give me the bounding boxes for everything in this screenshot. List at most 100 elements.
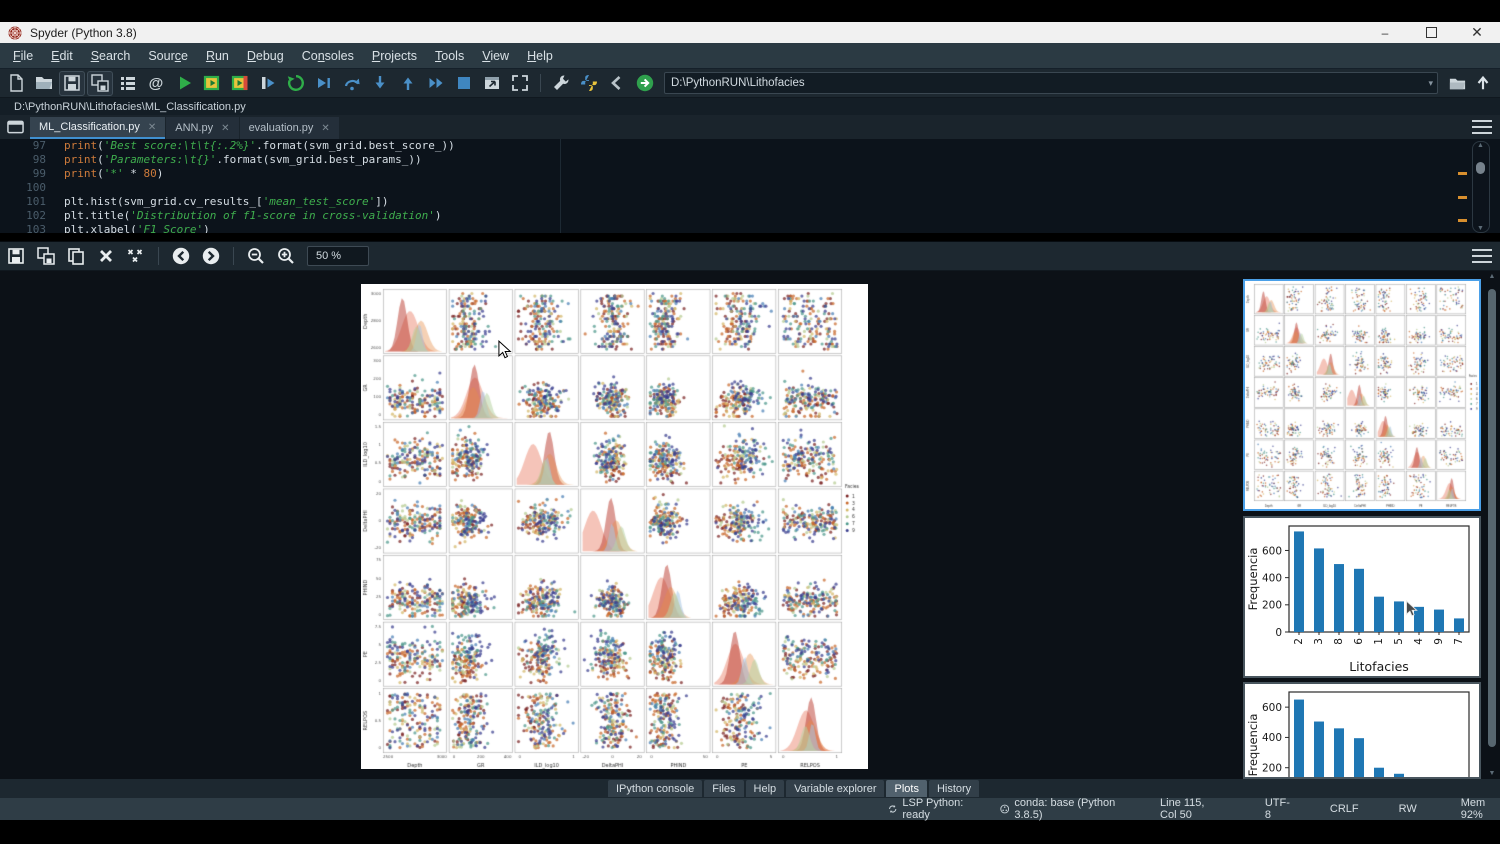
menu-edit[interactable]: Edit [42,43,82,69]
previous-plot-icon[interactable] [168,244,194,269]
svg-text:200: 200 [1262,600,1282,612]
next-plot-icon[interactable] [198,244,224,269]
stop-icon[interactable] [451,71,477,96]
pane-tab-help[interactable]: Help [746,780,785,797]
thumbnails-scrollbar[interactable]: ▲ ▼ [1486,273,1498,777]
code-line[interactable]: 103plt.xlabel('F1 Score') [0,223,1500,233]
menu-consoles[interactable]: Consoles [293,43,363,69]
browse-tabs-icon[interactable] [3,117,27,137]
scroll-down-icon[interactable]: ▼ [1486,770,1498,777]
fullscreen-icon[interactable] [507,71,533,96]
pane-tab-ipython-console[interactable]: IPython console [608,780,702,797]
line-number: 97 [0,139,64,153]
save-all-icon[interactable] [87,71,113,96]
step-into-icon[interactable] [367,71,393,96]
code-editor[interactable]: 97print('Best score:\t\t{:.2%}'.format(s… [0,139,1500,233]
run-to-line-icon[interactable] [311,71,337,96]
parent-directory-icon[interactable] [1470,71,1496,96]
menu-projects[interactable]: Projects [363,43,426,69]
svg-text:200: 200 [1262,763,1282,775]
svg-text:0: 0 [1275,627,1282,639]
code-line[interactable]: 98print('Parameters:\t{}'.format(svm_gri… [0,153,1500,167]
tab-ml-classification-py[interactable]: ML_Classification.py✕ [30,117,165,139]
menu-tools[interactable]: Tools [426,43,473,69]
code-line[interactable]: 97print('Best score:\t\t{:.2%}'.format(s… [0,139,1500,153]
pane-tab-files[interactable]: Files [704,780,743,797]
step-over-icon[interactable] [339,71,365,96]
menu-file[interactable]: File [4,43,42,69]
main-toolbar: @ D:\PythonRUN\Lithofacies ▾ [0,69,1500,98]
tab-evaluation-py[interactable]: evaluation.py✕ [240,117,339,139]
menu-source[interactable]: Source [139,43,197,69]
code-line[interactable]: 101plt.hist(svm_grid.cv_results_['mean_t… [0,195,1500,209]
cursor-position: Line 115, Col 50 [1160,797,1223,821]
tab-ann-py[interactable]: ANN.py✕ [166,117,238,139]
thumbnails-scrollbar-thumb[interactable] [1488,289,1496,747]
python-path-icon[interactable] [576,71,602,96]
svg-text:Frequencia: Frequencia [1246,548,1260,611]
close-tab-icon[interactable]: ✕ [148,122,156,133]
close-tab-icon[interactable]: ✕ [321,123,329,134]
zoom-out-icon[interactable] [243,244,269,269]
step-return-icon[interactable] [395,71,421,96]
restore-button[interactable] [1408,22,1454,43]
re-run-cell-icon[interactable] [283,71,309,96]
run-icon[interactable] [171,71,197,96]
scroll-down-icon[interactable]: ▼ [1477,225,1484,232]
run-selection-icon[interactable] [255,71,281,96]
svg-text:Frequencia: Frequencia [1246,714,1260,777]
working-directory-value: D:\PythonRUN\Lithofacies [671,77,805,89]
menu-search[interactable]: Search [82,43,140,69]
save-icon[interactable] [59,71,85,96]
code-line[interactable]: 99print('*' * 80) [0,167,1500,181]
plots-options-menu-icon[interactable] [1472,249,1492,263]
run-cell-advance-icon[interactable] [227,71,253,96]
menu-debug[interactable]: Debug [238,43,293,69]
line-ending: CRLF [1330,803,1359,815]
menu-run[interactable]: Run [197,43,238,69]
maximize-pane-icon[interactable] [479,71,505,96]
run-cell-icon[interactable] [199,71,225,96]
editor-scrollbar[interactable] [1472,141,1490,233]
zoom-level-box[interactable]: 50 % [307,246,369,266]
menu-view[interactable]: View [473,43,518,69]
plot-thumbnail-selected[interactable] [1243,279,1481,511]
close-tab-icon[interactable]: ✕ [221,123,229,134]
editor-scrollbar-thumb[interactable] [1476,162,1485,174]
remove-plot-icon[interactable] [93,244,119,269]
svg-text:Litofacies: Litofacies [1349,659,1409,674]
symbol-finder-icon[interactable]: @ [143,71,169,96]
pairplot-thumbnail-canvas [1245,281,1479,509]
continue-icon[interactable] [423,71,449,96]
pane-tab-variable-explorer[interactable]: Variable explorer [786,780,884,797]
working-directory-combo[interactable]: D:\PythonRUN\Lithofacies ▾ [664,72,1438,94]
new-file-icon[interactable] [3,71,29,96]
browse-directory-icon[interactable] [1444,71,1470,96]
save-all-plots-icon[interactable] [33,244,59,269]
close-button[interactable]: ✕ [1454,22,1500,43]
code-line[interactable]: 100 [0,181,1500,195]
plot-thumbnail-barchart-clipped[interactable]: 200400600238615497FrequenciaLitofacies [1243,682,1481,779]
interpreter-status: conda: base (Python 3.8.5) [1000,797,1118,821]
line-number: 98 [0,153,64,167]
svg-text:400: 400 [1262,732,1282,744]
plot-thumbnail-barchart[interactable]: 0200400600238615497FrequenciaLitofacies [1243,516,1481,678]
minimize-button[interactable]: – [1362,22,1408,43]
svg-text:9: 9 [1433,638,1445,645]
open-file-icon[interactable] [31,71,57,96]
pane-tab-plots[interactable]: Plots [886,780,926,797]
pane-tab-history[interactable]: History [929,780,979,797]
zoom-in-icon[interactable] [273,244,299,269]
code-line[interactable]: 102plt.title('Distribution of f1-score i… [0,209,1500,223]
back-icon[interactable] [604,71,630,96]
copy-plot-icon[interactable] [63,244,89,269]
editor-options-menu-icon[interactable] [1472,120,1492,134]
preferences-icon[interactable] [548,71,574,96]
forward-icon[interactable] [632,71,658,96]
scroll-up-icon[interactable]: ▲ [1486,273,1498,280]
line-number: 103 [0,223,64,233]
remove-all-plots-icon[interactable] [123,244,149,269]
save-plot-icon[interactable] [3,244,29,269]
file-switcher-icon[interactable] [115,71,141,96]
menu-help[interactable]: Help [518,43,562,69]
